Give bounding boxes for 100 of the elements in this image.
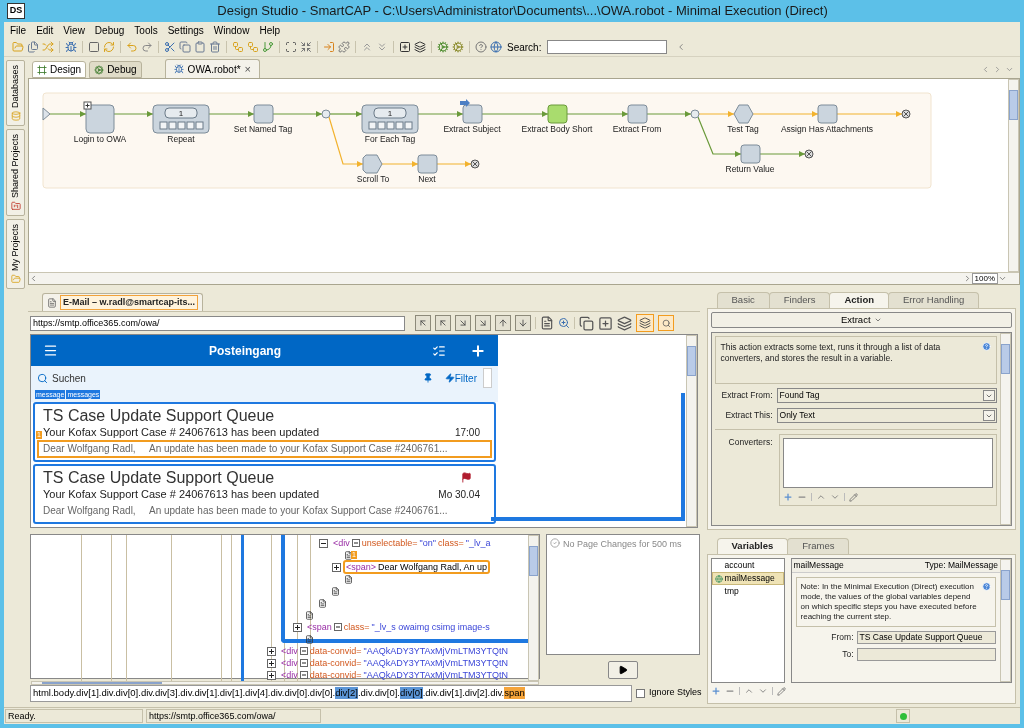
step-node[interactable] xyxy=(417,154,438,174)
text-node-icon[interactable] xyxy=(305,634,314,644)
bug-icon[interactable] xyxy=(65,41,77,53)
menu-icon[interactable] xyxy=(43,343,58,358)
action-dropdown[interactable]: Extract xyxy=(710,312,1012,328)
move-up-icon[interactable] xyxy=(743,686,754,696)
dropdown-button[interactable] xyxy=(983,390,995,401)
cut-icon[interactable] xyxy=(164,41,176,53)
zoom-level[interactable]: 100% xyxy=(971,273,998,284)
navigate-button[interactable] xyxy=(515,315,531,331)
edit-icon[interactable] xyxy=(776,686,786,696)
delete-icon[interactable] xyxy=(209,41,221,53)
expand-icon[interactable] xyxy=(293,622,302,632)
workflow-icon[interactable] xyxy=(232,41,244,53)
flag-icon[interactable] xyxy=(461,472,472,483)
dom-node[interactable]: <div data-convid= "AAQkADY3YTAxMjVmLTM3YTQtN xyxy=(278,656,511,670)
move-down-icon[interactable] xyxy=(829,492,840,502)
step-node[interactable] xyxy=(253,104,274,124)
navigate-button[interactable] xyxy=(495,315,511,331)
menu-item[interactable]: View xyxy=(63,22,85,38)
dom-node[interactable]: <span> Dear Wolfgang Radl, An up xyxy=(343,560,490,574)
panel-tab[interactable]: Action xyxy=(829,292,889,308)
gear-icon[interactable] xyxy=(452,41,464,53)
scroll-left-icon[interactable] xyxy=(981,65,990,74)
menu-item[interactable]: Help xyxy=(259,22,280,38)
mode-tab[interactable]: Design xyxy=(32,61,87,78)
scrollbar[interactable] xyxy=(1008,79,1019,272)
step-node[interactable] xyxy=(547,104,568,124)
text-field[interactable] xyxy=(856,648,996,661)
variable-item[interactable]: mailMessage xyxy=(711,572,784,585)
scroll-right-icon[interactable] xyxy=(993,65,1002,74)
help-icon[interactable] xyxy=(475,41,487,53)
text-node-icon[interactable] xyxy=(344,550,353,560)
workflow-icon[interactable] xyxy=(247,41,259,53)
zoom-icon[interactable] xyxy=(558,317,570,329)
puzzle-icon[interactable] xyxy=(338,41,350,53)
side-tab[interactable]: My Projects xyxy=(6,219,25,290)
filter-icon[interactable] xyxy=(444,373,455,383)
folder-icon[interactable] xyxy=(12,41,24,53)
converters-list[interactable] xyxy=(782,438,993,488)
scrollbar[interactable] xyxy=(1000,559,1011,682)
step-node[interactable] xyxy=(627,104,648,124)
inspect-button[interactable] xyxy=(658,315,674,331)
navigate-button[interactable] xyxy=(475,315,491,331)
dom-node[interactable]: <span class= "_lv_s owaimg csimg image-s xyxy=(304,620,493,634)
expand-icon[interactable] xyxy=(267,646,276,656)
move-up-icon[interactable] xyxy=(815,492,826,502)
document-tab[interactable]: OWA.robot* × xyxy=(164,59,261,78)
scrollbar[interactable] xyxy=(483,368,492,388)
panel-tab[interactable]: Finders xyxy=(768,292,831,308)
dom-node[interactable]: <div data-convid= "AAQkADY3YTAxMjVmLTM3YTQtN xyxy=(278,644,511,658)
step-node[interactable] xyxy=(462,104,483,124)
panel-tab[interactable]: Frames xyxy=(787,538,850,554)
windows-icon[interactable] xyxy=(617,315,632,331)
dom-node[interactable]: <div data-convid= "AAQkADY3YTAxMjVmLTM3YTQtN xyxy=(278,668,511,681)
select-field[interactable]: Found Tag xyxy=(776,388,997,403)
add-icon[interactable] xyxy=(710,686,721,696)
dom-node[interactable]: <div unselectable= "on" class= "_lv_a xyxy=(330,536,494,550)
search-icon[interactable] xyxy=(37,372,48,384)
text-node-icon[interactable] xyxy=(318,598,327,608)
new-mail-icon[interactable] xyxy=(470,342,486,359)
files-icon[interactable] xyxy=(27,41,39,53)
url-field[interactable]: https://smtp.office365.com/owa/ xyxy=(30,315,405,331)
checkbox[interactable] xyxy=(636,688,645,698)
add-icon[interactable] xyxy=(782,492,793,502)
text-node-icon[interactable] xyxy=(331,586,340,596)
menu-item[interactable]: File xyxy=(10,22,27,38)
text-node-icon[interactable] xyxy=(305,610,314,620)
navigate-button[interactable] xyxy=(415,315,431,331)
dropdown-icon[interactable] xyxy=(998,274,1007,283)
menu-item[interactable]: Debug xyxy=(94,22,125,38)
menu-item[interactable]: Settings xyxy=(167,22,204,38)
redo-icon[interactable] xyxy=(141,41,153,53)
undo-icon[interactable] xyxy=(126,41,138,53)
mode-tab[interactable]: Debug xyxy=(89,61,142,78)
variable-item[interactable]: tmp xyxy=(711,585,784,598)
scrollbar[interactable] xyxy=(528,535,539,681)
square-plus-icon[interactable] xyxy=(399,41,411,53)
step-node[interactable] xyxy=(740,144,761,164)
chevrons-down-icon[interactable] xyxy=(376,41,388,53)
menu-item[interactable]: Tools xyxy=(134,22,158,38)
collapse-icon[interactable] xyxy=(319,538,328,548)
copy-icon[interactable] xyxy=(179,41,191,53)
pin-icon[interactable] xyxy=(422,373,433,383)
panel-tab[interactable]: Variables xyxy=(716,538,789,554)
dropdown-icon[interactable] xyxy=(1005,65,1014,74)
condition-node[interactable] xyxy=(733,104,754,124)
expand-icon[interactable] xyxy=(267,658,276,668)
dropdown-button[interactable] xyxy=(983,410,995,421)
loop-node[interactable]: 1 xyxy=(152,104,210,134)
windows-button[interactable] xyxy=(636,314,654,332)
window-add-icon[interactable] xyxy=(598,315,613,331)
panel-tab[interactable]: Basic xyxy=(716,292,770,308)
window-icon[interactable] xyxy=(579,315,594,331)
scan-icon[interactable] xyxy=(285,41,297,53)
globe-icon[interactable] xyxy=(490,41,502,53)
gear-icon[interactable] xyxy=(437,41,449,53)
expand-icon[interactable] xyxy=(267,670,276,680)
text-field[interactable]: TS Case Update Support Queue xyxy=(856,631,996,644)
menu-item[interactable]: Edit xyxy=(36,22,54,38)
